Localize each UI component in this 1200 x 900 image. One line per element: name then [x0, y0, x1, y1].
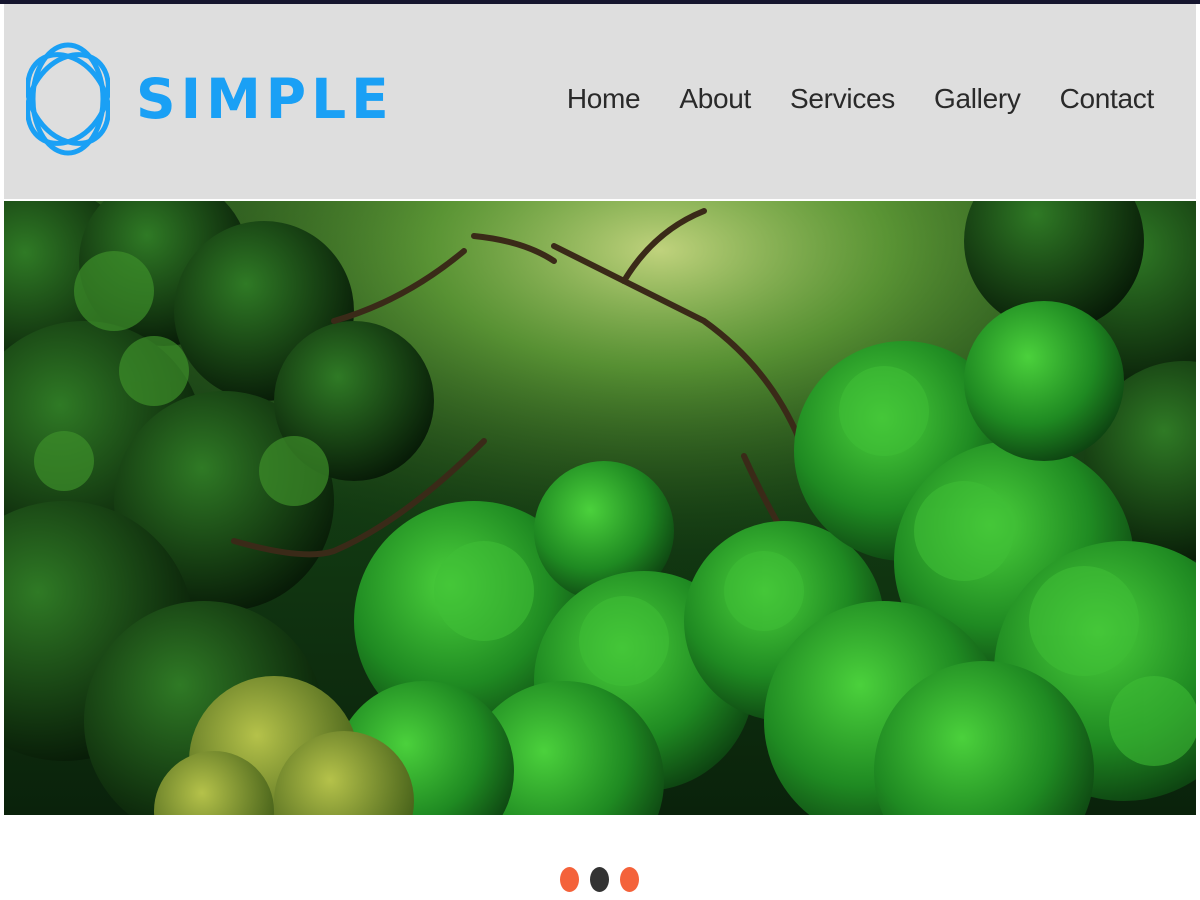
slider-dot[interactable]	[560, 867, 579, 892]
slider-dot[interactable]	[620, 867, 639, 892]
brand-name: SIMPLE	[136, 66, 394, 131]
hero-forest-image	[4, 201, 1196, 815]
hero-slider	[4, 201, 1196, 815]
main-nav: Home About Services Gallery Contact	[567, 82, 1154, 116]
nav-contact[interactable]: Contact	[1060, 82, 1155, 116]
nav-home[interactable]: Home	[567, 82, 641, 116]
interlaced-orbit-icon	[26, 42, 110, 156]
site-header: SIMPLE Home About Services Gallery Conta…	[4, 4, 1196, 199]
nav-about[interactable]: About	[679, 82, 751, 116]
slider-dots	[560, 867, 639, 892]
brand-logo[interactable]: SIMPLE	[26, 38, 394, 160]
slider-dot[interactable]	[590, 867, 609, 892]
nav-gallery[interactable]: Gallery	[934, 82, 1021, 116]
nav-services[interactable]: Services	[790, 82, 895, 116]
